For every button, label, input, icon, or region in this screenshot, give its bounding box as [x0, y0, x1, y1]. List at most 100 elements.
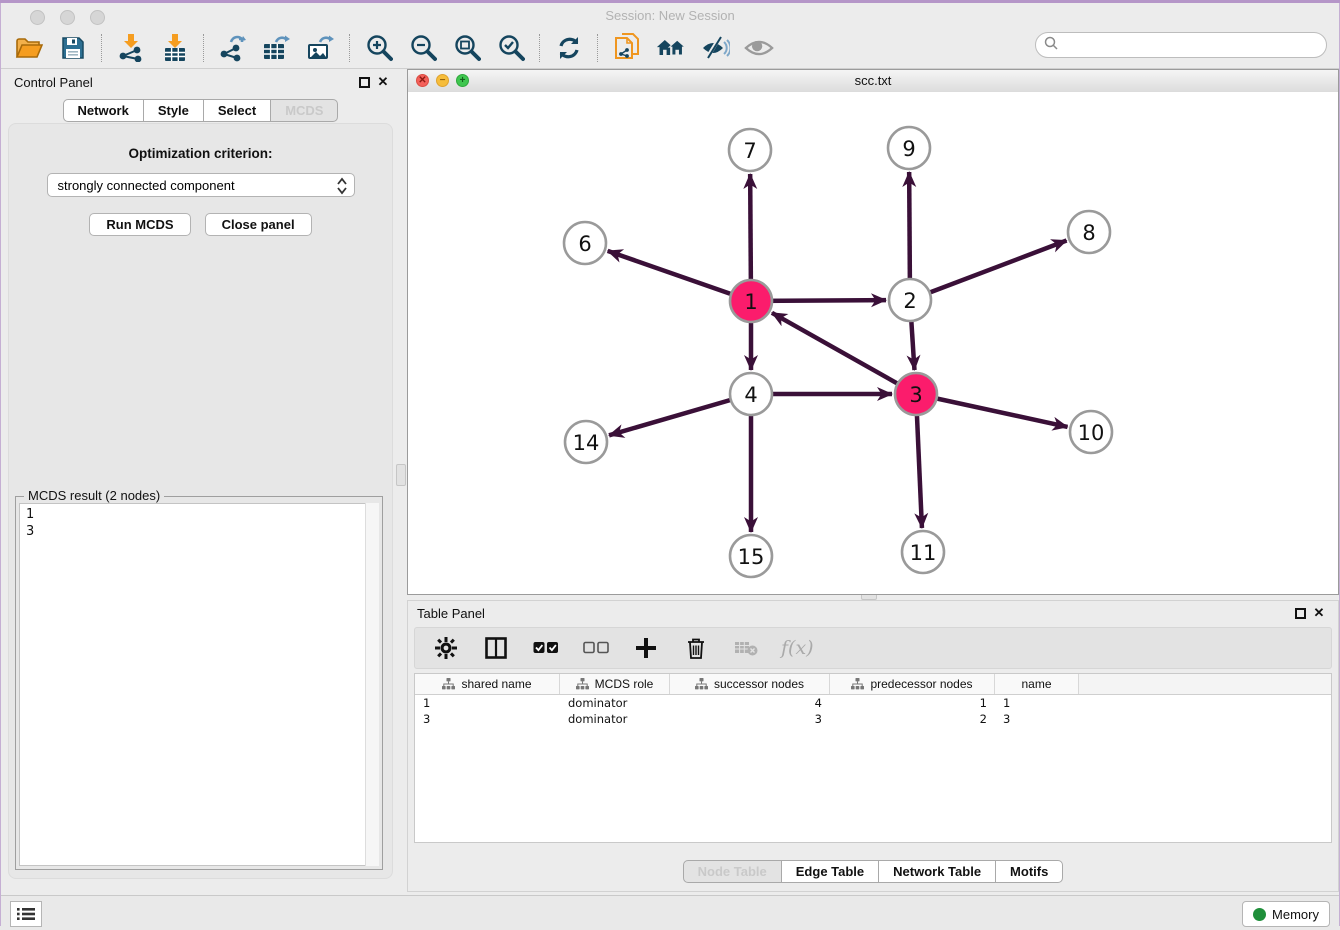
tab-motifs[interactable]: Motifs	[995, 860, 1063, 883]
graph-node-4[interactable]: 4	[730, 373, 772, 415]
show-all-eye-icon[interactable]	[744, 33, 774, 63]
table-cell[interactable]: dominator	[560, 695, 670, 711]
svg-text:7: 7	[743, 139, 756, 163]
network-window-titlebar[interactable]: ✕ − + scc.txt	[408, 70, 1338, 93]
svg-text:2: 2	[903, 289, 916, 313]
graph-node-6[interactable]: 6	[564, 222, 606, 264]
edge-1-6[interactable]	[608, 251, 751, 301]
tab-node-table[interactable]: Node Table	[683, 860, 782, 883]
table-row[interactable]: 1dominator411	[415, 695, 1331, 711]
graph-node-7[interactable]: 7	[729, 129, 771, 171]
refresh-icon[interactable]	[554, 33, 584, 63]
hide-selected-eye-icon[interactable]	[700, 33, 730, 63]
network-graph[interactable]: 1 2 3 4 6 7 8 9 10 11 14 15	[408, 92, 1338, 595]
zoom-out-icon[interactable]	[408, 33, 438, 63]
tab-mcds[interactable]: MCDS	[270, 99, 338, 122]
save-session-icon[interactable]	[58, 33, 88, 63]
network-canvas[interactable]: 1 2 3 4 6 7 8 9 10 11 14 15	[408, 92, 1338, 594]
app-title: Session: New Session	[0, 8, 1340, 23]
tab-network[interactable]: Network	[63, 99, 144, 122]
search-field[interactable]	[1035, 32, 1327, 58]
function-builder-icon[interactable]: f(x)	[781, 637, 814, 659]
main-toolbar	[1, 28, 1339, 69]
close-panel-icon[interactable]: ✕	[376, 75, 390, 89]
split-columns-icon[interactable]	[481, 633, 511, 663]
task-history-button[interactable]	[10, 901, 42, 927]
export-network-icon[interactable]	[218, 33, 248, 63]
edge-2-8[interactable]	[910, 241, 1067, 300]
table-settings-gear-icon[interactable]	[431, 633, 461, 663]
mcds-tab-content: Optimization criterion: strongly connect…	[8, 123, 393, 879]
zoom-selected-icon[interactable]	[496, 33, 526, 63]
column-header-name[interactable]: name	[995, 674, 1079, 694]
criterion-select[interactable]: strongly connected component	[47, 173, 355, 197]
table-cell[interactable]: 2	[830, 711, 995, 727]
add-column-plus-icon[interactable]	[631, 633, 661, 663]
network-window-title: scc.txt	[408, 73, 1338, 88]
column-header-successor-nodes[interactable]: successor nodes	[670, 674, 830, 694]
graph-node-14[interactable]: 14	[565, 421, 607, 463]
clone-network-icon[interactable]	[612, 33, 642, 63]
vertical-divider-grip[interactable]	[396, 464, 406, 486]
app-titlebar: Session: New Session	[0, 3, 1340, 28]
memory-button[interactable]: Memory	[1242, 901, 1330, 927]
table-cell[interactable]: 3	[670, 711, 830, 727]
close-table-panel-icon[interactable]: ✕	[1312, 606, 1326, 620]
run-mcds-button[interactable]: Run MCDS	[89, 213, 190, 236]
edge-3-10[interactable]	[916, 394, 1068, 427]
import-network-icon[interactable]	[116, 33, 146, 63]
select-stepper-icon	[337, 177, 347, 198]
memory-status-dot	[1253, 908, 1266, 921]
table-cell[interactable]: 1	[830, 695, 995, 711]
delete-column-trash-icon[interactable]	[681, 633, 711, 663]
graph-node-3[interactable]: 3	[895, 373, 937, 415]
column-header-predecessor-nodes[interactable]: predecessor nodes	[830, 674, 995, 694]
mcds-result-box: MCDS result (2 nodes) 1 3	[15, 496, 383, 870]
optimization-criterion-label: Optimization criterion:	[9, 146, 392, 161]
table-cell[interactable]: dominator	[560, 711, 670, 727]
memory-label: Memory	[1272, 907, 1319, 922]
export-table-icon[interactable]	[262, 33, 292, 63]
table-cell[interactable]: 1	[415, 695, 560, 711]
import-table-icon[interactable]	[160, 33, 190, 63]
svg-text:9: 9	[902, 137, 915, 161]
mcds-result-text[interactable]: 1 3	[19, 503, 379, 866]
close-panel-button[interactable]: Close panel	[205, 213, 312, 236]
select-all-icon[interactable]	[531, 633, 561, 663]
graph-node-10[interactable]: 10	[1070, 411, 1112, 453]
float-panel-icon[interactable]	[359, 77, 370, 88]
control-panel: Control Panel ✕ Network Style Select MCD…	[1, 69, 400, 885]
table-row[interactable]: 3dominator323	[415, 711, 1331, 727]
tab-edge-table[interactable]: Edge Table	[781, 860, 879, 883]
graph-node-8[interactable]: 8	[1068, 211, 1110, 253]
result-scrollbar[interactable]	[365, 503, 379, 866]
graph-node-2[interactable]: 2	[889, 279, 931, 321]
zoom-fit-icon[interactable]	[452, 33, 482, 63]
delete-table-icon[interactable]	[731, 633, 761, 663]
column-header-shared-name[interactable]: shared name	[415, 674, 560, 694]
status-bar: Memory	[0, 895, 1340, 930]
column-header-mcds-role[interactable]: MCDS role	[560, 674, 670, 694]
table-cell[interactable]: 3	[995, 711, 1079, 727]
table-cell[interactable]: 1	[995, 695, 1079, 711]
tab-select[interactable]: Select	[203, 99, 271, 122]
graph-node-1[interactable]: 1	[730, 280, 772, 322]
table-cell[interactable]: 4	[670, 695, 830, 711]
tab-network-table[interactable]: Network Table	[878, 860, 996, 883]
graph-node-11[interactable]: 11	[902, 531, 944, 573]
float-table-panel-icon[interactable]	[1295, 608, 1306, 619]
svg-text:1: 1	[744, 290, 757, 314]
search-input[interactable]	[1064, 37, 1326, 54]
open-session-icon[interactable]	[14, 33, 44, 63]
mcds-result-title: MCDS result (2 nodes)	[24, 488, 164, 503]
home-icon[interactable]	[656, 33, 686, 63]
tab-style[interactable]: Style	[143, 99, 204, 122]
table-cell[interactable]: 3	[415, 711, 560, 727]
graph-node-9[interactable]: 9	[888, 127, 930, 169]
export-image-icon[interactable]	[306, 33, 336, 63]
edge-3-1[interactable]	[772, 313, 916, 394]
svg-text:15: 15	[738, 545, 765, 569]
graph-node-15[interactable]: 15	[730, 535, 772, 577]
zoom-in-icon[interactable]	[364, 33, 394, 63]
deselect-all-icon[interactable]	[581, 633, 611, 663]
